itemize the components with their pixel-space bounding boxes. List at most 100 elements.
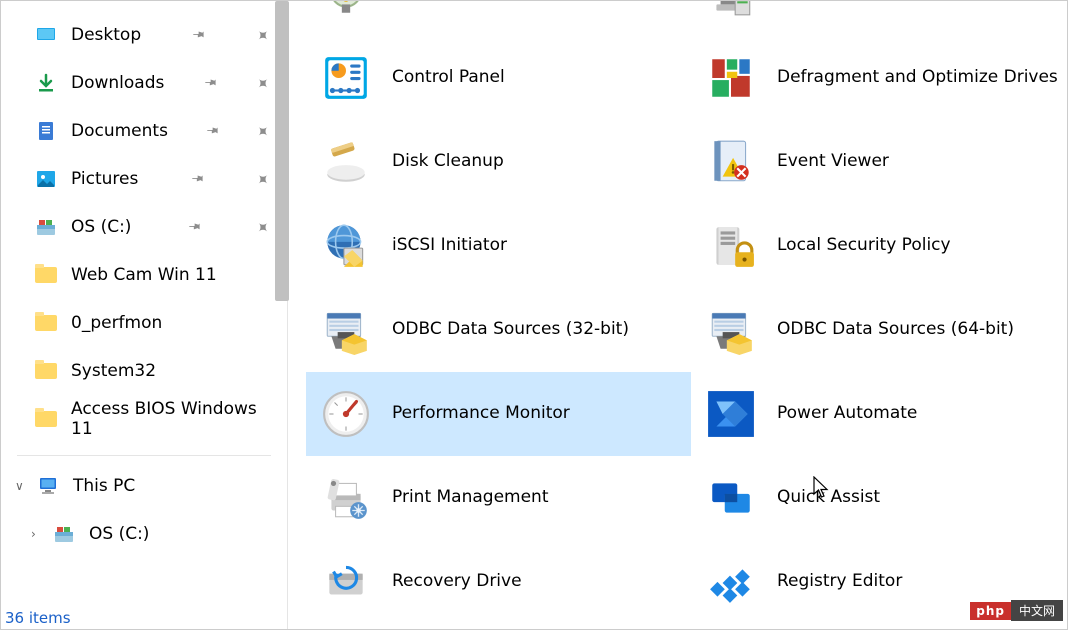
badge-right: 中文网 (1011, 600, 1063, 621)
diskcleanup-icon (321, 137, 371, 187)
quick-access-item[interactable]: System32 (1, 347, 287, 395)
quick-access-label: OS (C:) (71, 217, 131, 237)
item-icon (314, 298, 378, 362)
pin-icon (198, 71, 221, 94)
tree-item-label: This PC (73, 476, 135, 496)
item-label: Quick Assist (777, 487, 880, 508)
quick-access-item[interactable]: OS (C:) ✦ (1, 203, 287, 251)
quick-access-item[interactable]: Web Cam Win 11 (1, 251, 287, 299)
printmgmt-icon (321, 473, 371, 523)
item-label: Recovery Drive (392, 571, 522, 592)
tree-item[interactable]: › OS (C:) (1, 510, 287, 558)
item-icon (314, 130, 378, 194)
grid-item[interactable]: Disk Cleanup (306, 120, 691, 204)
tree-item[interactable]: ∨ This PC (1, 462, 287, 510)
item-label: Registry Editor (777, 571, 902, 592)
item-label: ODBC Data Sources (32-bit) (392, 319, 629, 340)
desktop-icon (35, 24, 57, 46)
tree-item-label: OS (C:) (89, 524, 149, 544)
pin-icon (182, 215, 205, 238)
item-label: Print Management (392, 487, 549, 508)
item-icon (699, 298, 763, 362)
chevron-icon[interactable]: ∨ (15, 479, 31, 493)
item-icon (314, 550, 378, 614)
item-icon (699, 214, 763, 278)
grid-item[interactable]: ODBC Data Sources (64-bit) (691, 288, 1067, 372)
item-icon (699, 466, 763, 530)
odbc-icon (321, 305, 371, 355)
badge-left: php (970, 602, 1011, 620)
quick-access-item[interactable]: Documents ✦ (1, 107, 287, 155)
quick-access-item[interactable]: Downloads ✦ (1, 59, 287, 107)
item-icon (314, 466, 378, 530)
pin-icon: ✦ (251, 24, 274, 47)
quick-access-item[interactable]: Access BIOS Windows 11 (1, 395, 287, 443)
grid-item[interactable]: Event Viewer (691, 120, 1067, 204)
defrag-icon (706, 53, 756, 103)
item-label: Event Viewer (777, 151, 889, 172)
content-pane: Component Services Computer Management C… (288, 1, 1067, 629)
pictures-icon (35, 168, 57, 190)
folder-icon (35, 315, 57, 331)
item-icon (699, 46, 763, 110)
quick-access-label: Documents (71, 121, 168, 141)
component-icon (321, 1, 371, 19)
file-explorer-window: Desktop ✦ Downloads ✦ Documents ✦ Pictur… (0, 0, 1068, 630)
quick-access-label: Access BIOS Windows 11 (71, 399, 269, 439)
quick-access-label: Pictures (71, 169, 138, 189)
drive-icon (35, 216, 57, 238)
folder-icon (35, 363, 57, 379)
quickassist-icon (706, 473, 756, 523)
compmgmt-icon (706, 1, 756, 19)
nav-divider (17, 455, 271, 456)
grid-item[interactable]: Quick Assist (691, 456, 1067, 540)
grid-item[interactable]: Control Panel (306, 36, 691, 120)
pin-icon: ✦ (251, 216, 274, 239)
documents-icon (35, 120, 57, 142)
folder-icon (35, 267, 57, 283)
item-label: Defragment and Optimize Drives (777, 67, 1058, 88)
pin-icon: ✦ (251, 120, 274, 143)
pin-icon: ✦ (251, 168, 274, 191)
eventviewer-icon (706, 137, 756, 187)
item-icon (314, 46, 378, 110)
iscsi-icon (321, 221, 371, 271)
grid-item[interactable]: Power Automate (691, 372, 1067, 456)
items-grid: Component Services Computer Management C… (306, 1, 1067, 624)
grid-item[interactable]: iSCSI Initiator (306, 204, 691, 288)
pin-icon: ✦ (251, 72, 274, 95)
pin-icon (187, 23, 210, 46)
quick-access-item[interactable]: Desktop ✦ (1, 11, 287, 59)
item-icon (699, 550, 763, 614)
chevron-icon[interactable]: › (31, 527, 47, 541)
item-icon (314, 382, 378, 446)
item-label: Power Automate (777, 403, 917, 424)
grid-item[interactable]: Recovery Drive (306, 540, 691, 624)
quick-access-label: Desktop (71, 25, 141, 45)
item-icon (314, 214, 378, 278)
navigation-pane: Desktop ✦ Downloads ✦ Documents ✦ Pictur… (1, 1, 288, 629)
item-label: Performance Monitor (392, 403, 570, 424)
quick-access-item[interactable]: 0_perfmon (1, 299, 287, 347)
grid-item[interactable]: Local Security Policy (691, 204, 1067, 288)
quick-access-label: System32 (71, 361, 156, 381)
grid-item[interactable]: Print Management (306, 456, 691, 540)
folder-icon (35, 411, 57, 427)
grid-item[interactable]: Component Services (306, 1, 691, 36)
grid-item[interactable]: Defragment and Optimize Drives (691, 36, 1067, 120)
thispc-icon (37, 475, 59, 497)
grid-item[interactable]: ODBC Data Sources (32-bit) (306, 288, 691, 372)
grid-item[interactable]: Computer Management (691, 1, 1067, 36)
item-icon (699, 1, 763, 26)
quick-access-label: Web Cam Win 11 (71, 265, 217, 285)
item-icon (314, 1, 378, 26)
item-label: Control Panel (392, 67, 505, 88)
grid-item[interactable]: Performance Monitor (306, 372, 691, 456)
item-label: Disk Cleanup (392, 151, 504, 172)
quick-access-item[interactable]: Pictures ✦ (1, 155, 287, 203)
downloads-icon (35, 72, 57, 94)
pin-icon (200, 119, 223, 142)
regedit-icon (706, 557, 756, 607)
watermark-badge: php 中文网 (970, 600, 1063, 621)
drive-icon (53, 523, 75, 545)
